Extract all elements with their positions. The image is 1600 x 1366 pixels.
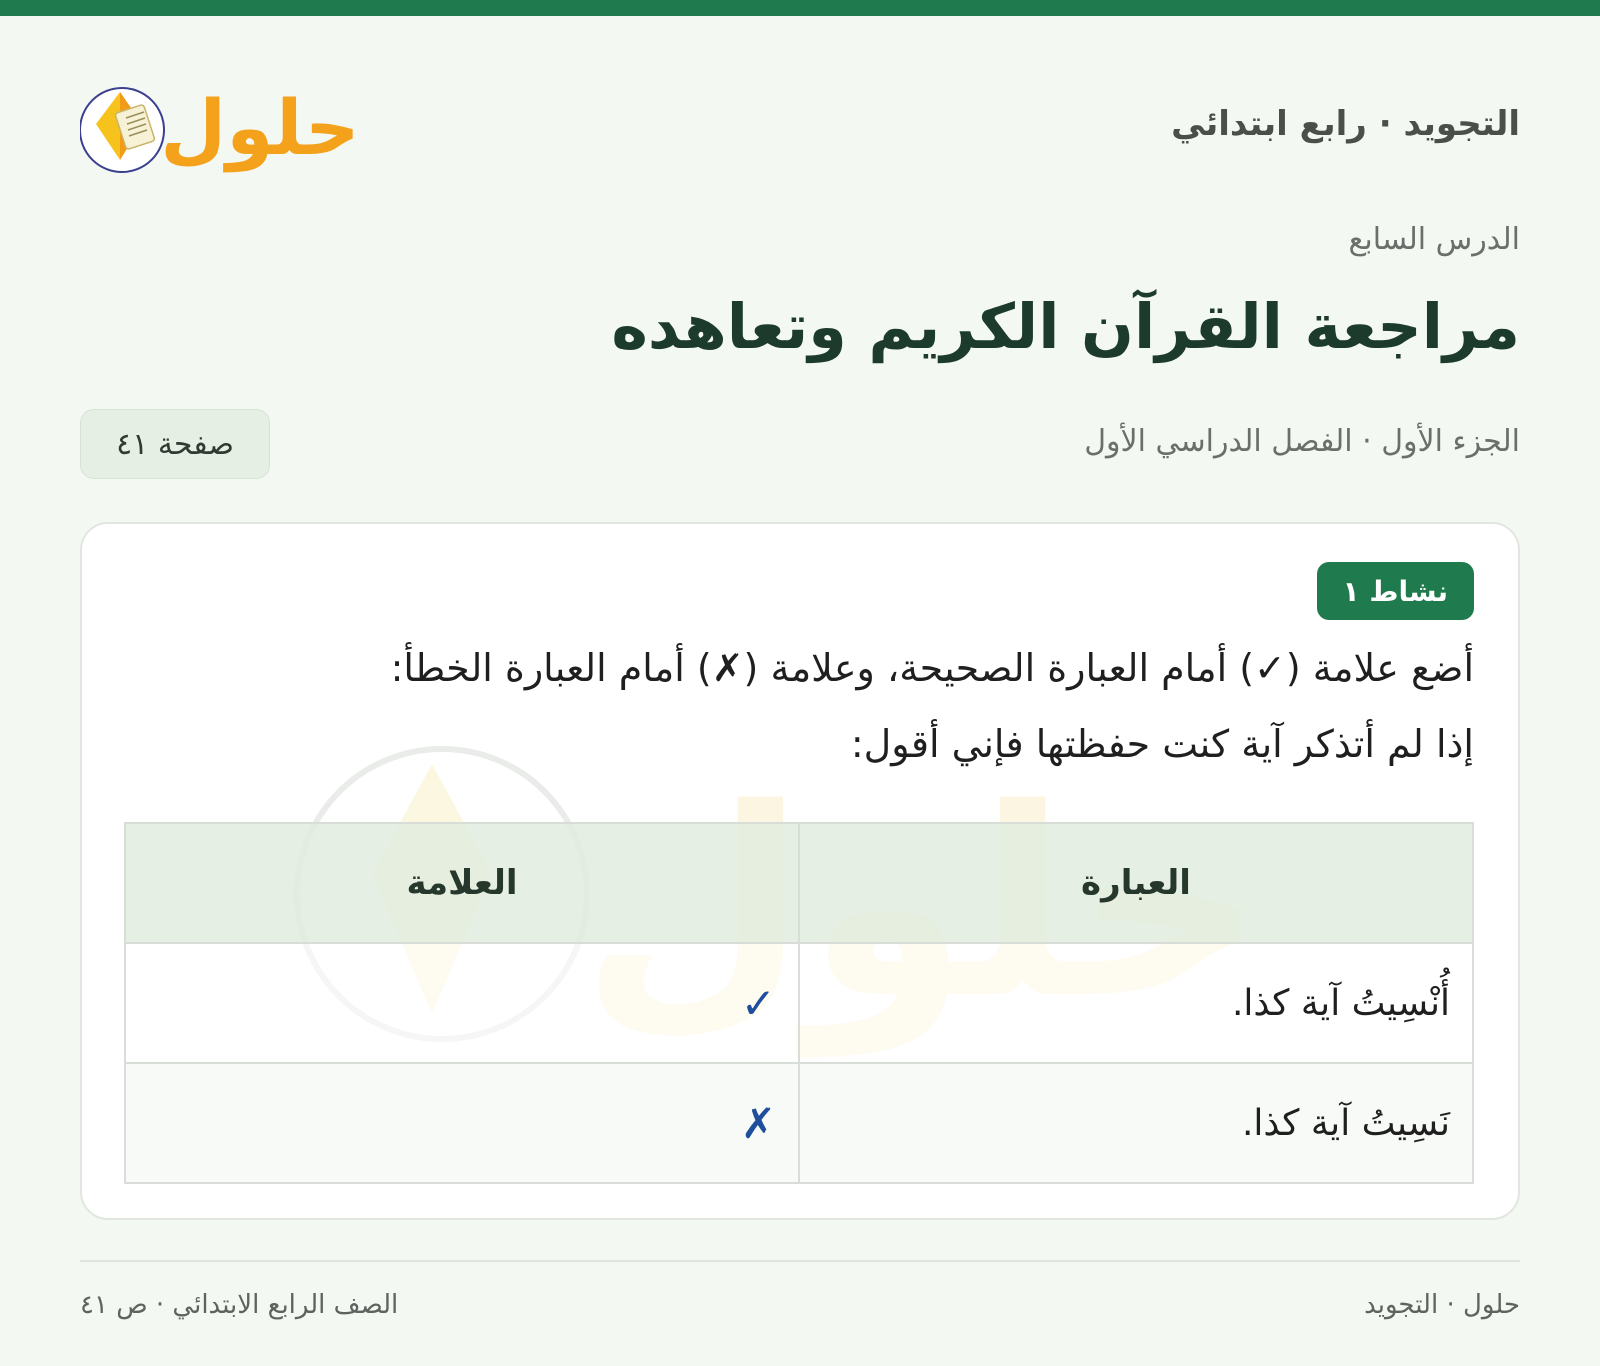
- lesson-title: مراجعة القرآن الكريم وتعاهده: [611, 290, 1520, 363]
- top-accent-bar: [0, 0, 1600, 16]
- column-header-mark: العلامة: [124, 822, 800, 944]
- answer-table: العبارة العلامة أُنْسِيتُ آية كذا. ✓ نَس…: [124, 822, 1474, 1184]
- statement-cell: أُنْسِيتُ آية كذا.: [798, 942, 1474, 1064]
- instruction-line-1: أضع علامة (✓) أمام العبارة الصحيحة، وعلا…: [390, 646, 1474, 690]
- instruction-line-2: إذا لم أتذكر آية كنت حفظتها فإني أقول:: [850, 722, 1474, 766]
- subject-title: التجويد · رابع ابتدائي: [1171, 104, 1520, 144]
- statement-cell: نَسِيتُ آية كذا.: [798, 1062, 1474, 1184]
- footer-divider: [80, 1260, 1520, 1262]
- page-number-badge: صفحة ٤١: [80, 409, 270, 479]
- activity-card: حلول نشاط ١ أضع علامة (✓) أمام العبارة ا…: [80, 522, 1520, 1220]
- page-header: التجويد · رابع ابتدائي حلول: [79, 64, 1520, 204]
- footer-grade-page: الصف الرابع الابتدائي · ص ٤١: [80, 1290, 399, 1320]
- table-row: أُنْسِيتُ آية كذا. ✓: [124, 942, 1474, 1064]
- cross-mark-cell[interactable]: ✗: [124, 1062, 800, 1184]
- logo-wordmark: حلول: [160, 83, 359, 173]
- activity-badge: نشاط ١: [1316, 562, 1474, 620]
- check-mark-cell[interactable]: ✓: [124, 942, 800, 1064]
- table-row: نَسِيتُ آية كذا. ✗: [124, 1062, 1474, 1184]
- lesson-number: الدرس السابع: [1348, 222, 1520, 257]
- column-header-statement: العبارة: [798, 822, 1474, 944]
- logo-graphic: حلول: [79, 83, 360, 173]
- footer-site-subject: حلول · التجويد: [1364, 1290, 1520, 1320]
- hulul-logo[interactable]: حلول: [79, 64, 380, 184]
- lesson-meta: الجزء الأول · الفصل الدراسي الأول: [1084, 424, 1520, 459]
- table-header-row: العبارة العلامة: [124, 822, 1474, 944]
